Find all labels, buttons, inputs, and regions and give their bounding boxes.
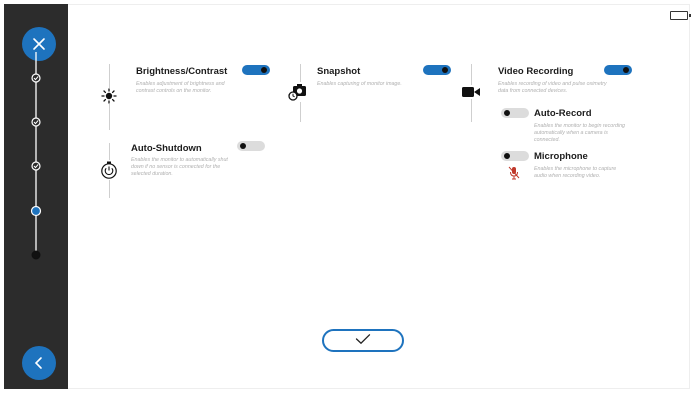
auto-shutdown-title: Auto-Shutdown — [131, 143, 202, 154]
progress-stepper — [30, 52, 42, 260]
camera-timer-icon — [287, 82, 309, 102]
chevron-left-icon — [32, 356, 46, 370]
brightness-toggle[interactable] — [242, 65, 270, 75]
battery-icon — [670, 11, 691, 20]
snapshot-description: Enables capturing of monitor image. — [317, 81, 402, 87]
auto-shutdown-toggle[interactable] — [237, 141, 265, 151]
sun-icon — [101, 88, 117, 104]
step-2 — [31, 117, 41, 127]
step-4-current — [30, 205, 42, 217]
auto-record-description: Enables the monitor to begin recording a… — [534, 123, 625, 143]
brightness-description: Enables adjustment of brightness and con… — [136, 81, 225, 94]
confirm-button[interactable] — [322, 329, 404, 352]
microphone-description: Enables the microphone to capture audio … — [534, 166, 617, 179]
snapshot-toggle[interactable] — [423, 65, 451, 75]
step-1 — [31, 73, 41, 83]
step-3 — [31, 161, 41, 171]
video-recording-title: Video Recording — [498, 66, 574, 77]
auto-record-toggle[interactable] — [501, 108, 529, 118]
back-button[interactable] — [22, 346, 56, 380]
auto-shutdown-description: Enables the monitor to automatically shu… — [131, 157, 228, 177]
microphone-off-icon — [508, 166, 520, 180]
checkmark-icon — [355, 332, 371, 350]
video-camera-icon — [461, 85, 481, 99]
sidebar — [4, 4, 68, 389]
snapshot-title: Snapshot — [317, 66, 361, 77]
brightness-title: Brightness/Contrast — [136, 66, 228, 77]
microphone-toggle[interactable] — [501, 151, 529, 161]
video-recording-toggle[interactable] — [604, 65, 632, 75]
microphone-title: Microphone — [534, 151, 588, 162]
step-5 — [31, 250, 41, 260]
auto-record-title: Auto-Record — [534, 108, 592, 119]
power-icon — [100, 160, 118, 180]
video-recording-description: Enables recording of video and pulse oxi… — [498, 81, 607, 94]
